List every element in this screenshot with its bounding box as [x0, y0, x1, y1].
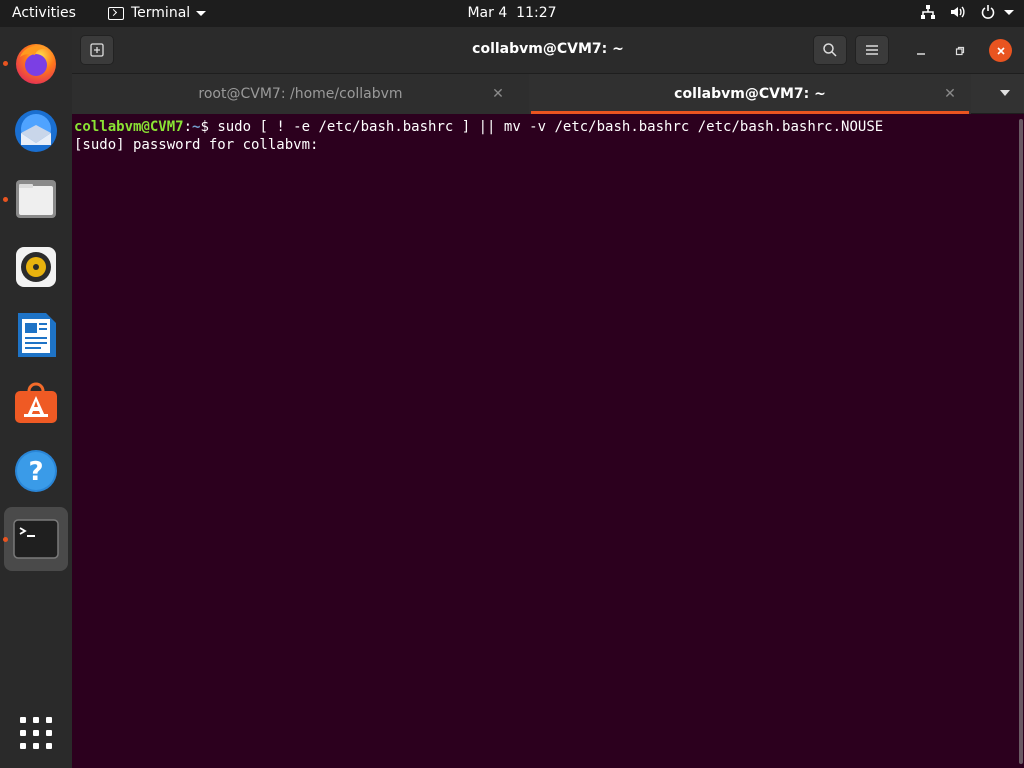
chevron-down-icon	[196, 10, 207, 16]
prompt-symbol: $	[200, 119, 218, 135]
files-icon	[16, 180, 56, 218]
prompt-user: collabvm@CVM7	[74, 119, 184, 135]
dock-item-software[interactable]	[4, 371, 68, 435]
help-icon: ?	[15, 450, 57, 492]
scrollbar[interactable]	[1018, 115, 1024, 768]
tab-label: collabvm@CVM7: ~	[674, 86, 826, 102]
app-menu[interactable]: Terminal	[108, 5, 207, 21]
chevron-down-icon	[1004, 9, 1014, 15]
date-label: Mar 4	[467, 5, 508, 21]
running-indicator	[3, 537, 8, 542]
command-line: collabvm@CVM7:~$ sudo [ ! -e /etc/bash.b…	[74, 118, 1016, 136]
command-text: sudo [ ! -e /etc/bash.bashrc ] || mv -v …	[217, 119, 884, 135]
running-indicator	[3, 61, 8, 66]
menu-button[interactable]	[855, 35, 889, 65]
hamburger-icon	[866, 45, 878, 55]
terminal-mini-icon	[108, 6, 124, 20]
network-icon	[920, 4, 936, 20]
firefox-icon	[16, 44, 56, 84]
tab-root-home-collabvm[interactable]: root@CVM7: /home/collabvm ✕	[72, 74, 529, 114]
search-icon	[823, 43, 837, 57]
app-grid-icon	[20, 717, 52, 749]
maximize-button[interactable]	[949, 40, 971, 62]
terminal-output[interactable]: collabvm@CVM7:~$ sudo [ ! -e /etc/bash.b…	[72, 115, 1018, 768]
dock-item-rhythmbox[interactable]	[4, 235, 68, 299]
search-button[interactable]	[813, 35, 847, 65]
time-label: 11:27	[516, 5, 557, 21]
activities-button[interactable]: Activities	[12, 5, 76, 21]
dock: ?	[0, 27, 72, 768]
tab-collabvm-home[interactable]: collabvm@CVM7: ~ ✕	[529, 74, 971, 114]
rhythmbox-icon	[16, 247, 56, 287]
new-tab-icon	[90, 43, 104, 57]
close-icon	[996, 46, 1005, 55]
close-tab-icon[interactable]: ✕	[489, 85, 507, 103]
dock-item-help[interactable]: ?	[4, 439, 68, 503]
output-line: [sudo] password for collabvm:	[74, 137, 319, 153]
dock-item-thunderbird[interactable]	[4, 99, 68, 163]
dock-item-firefox[interactable]	[4, 31, 68, 95]
dock-item-terminal[interactable]	[4, 507, 68, 571]
volume-icon	[950, 4, 966, 20]
close-tab-icon[interactable]: ✕	[941, 85, 959, 103]
tab-label: root@CVM7: /home/collabvm	[198, 86, 403, 102]
tab-bar: root@CVM7: /home/collabvm ✕ collabvm@CVM…	[72, 74, 1024, 114]
minimize-icon	[917, 53, 925, 55]
running-indicator	[3, 197, 8, 202]
thunderbird-icon	[15, 110, 57, 152]
terminal-icon	[13, 519, 59, 559]
window-title: collabvm@CVM7: ~	[472, 41, 624, 57]
dock-item-files[interactable]	[4, 167, 68, 231]
system-tray[interactable]	[920, 4, 1014, 20]
svg-text:?: ?	[28, 457, 43, 487]
tabs-menu-chevron-down-icon[interactable]	[1000, 90, 1010, 96]
scrollbar-thumb[interactable]	[1019, 119, 1023, 764]
window-header: collabvm@CVM7: ~	[72, 27, 1024, 74]
clock-button[interactable]: Mar 4 11:27	[467, 5, 556, 21]
app-menu-label: Terminal	[131, 5, 191, 21]
ubuntu-software-icon	[15, 382, 57, 423]
power-icon	[980, 4, 996, 20]
minimize-button[interactable]	[910, 40, 932, 62]
close-window-button[interactable]	[989, 39, 1012, 62]
restore-icon	[955, 46, 965, 56]
prompt-separator: :	[183, 119, 193, 135]
show-applications-button[interactable]	[4, 701, 68, 765]
dock-item-writer[interactable]	[4, 303, 68, 367]
libreoffice-writer-icon	[18, 313, 56, 357]
new-tab-button[interactable]	[80, 35, 114, 65]
top-bar: Activities Terminal Mar 4 11:27	[0, 0, 1024, 27]
